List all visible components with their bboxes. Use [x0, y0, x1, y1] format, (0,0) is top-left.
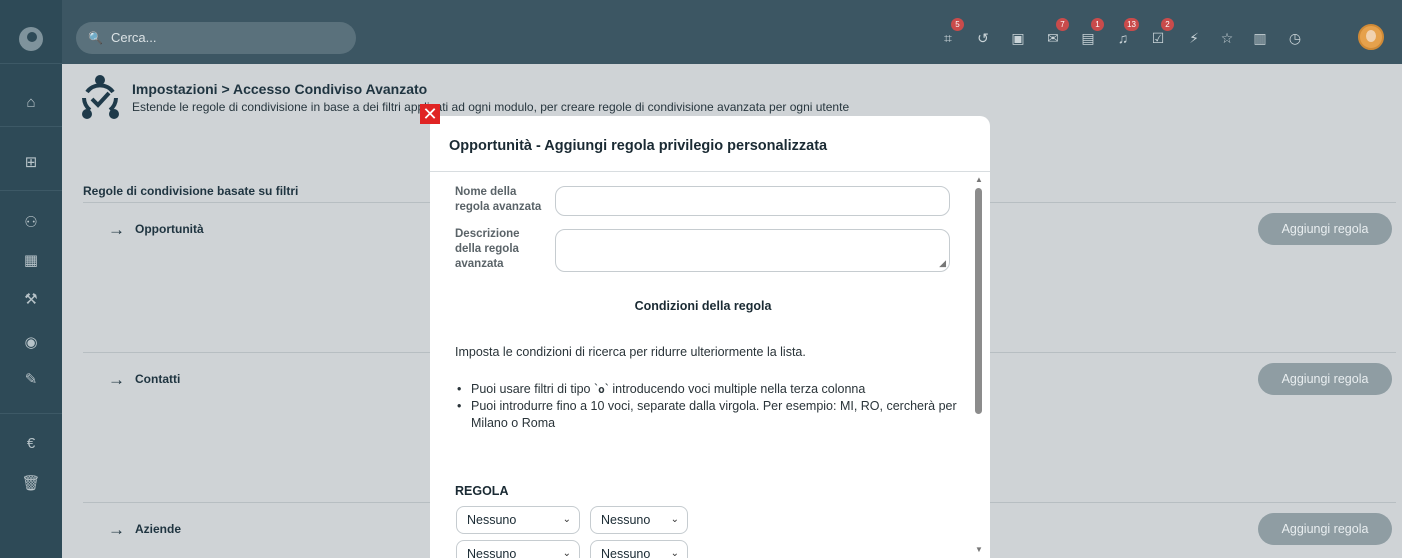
group-contatti[interactable]: → Contatti: [108, 370, 180, 390]
group-label: Aziende: [135, 522, 182, 536]
logo-icon[interactable]: [19, 27, 43, 51]
group-label: Opportunità: [135, 222, 204, 236]
notification-badge: 13: [1124, 18, 1139, 31]
arrow-right-icon: →: [108, 220, 125, 239]
add-rule-modal: Opportunità - Aggiungi regola privilegio…: [430, 116, 990, 558]
wrench-icon[interactable]: ✎: [0, 370, 62, 390]
list-item: Puoi usare filtri di tipo `o` introducen…: [457, 381, 957, 398]
history-icon[interactable]: ↺: [973, 28, 993, 48]
history-icon-glyph: ↺: [977, 30, 989, 46]
section-title: Regole di condivisione basate su filtri: [83, 184, 299, 198]
arrow-right-icon: →: [108, 370, 125, 389]
scroll-down-icon[interactable]: ▼: [975, 545, 983, 554]
arrow-right-icon: →: [108, 520, 125, 539]
euro-icon[interactable]: €: [0, 434, 62, 454]
notification-badge: 7: [1056, 18, 1069, 31]
rule-field-select[interactable]: Nessuno ⌄: [456, 506, 580, 534]
chevron-down-icon: ⌄: [670, 548, 679, 558]
bolt-icon[interactable]: ⚡: [1184, 28, 1204, 48]
shared-access-icon: [82, 75, 119, 119]
select-value: Nessuno: [601, 547, 651, 558]
group-aziende[interactable]: → Aziende: [108, 520, 181, 540]
notification-badge: 5: [951, 18, 964, 31]
sitemap-icon-glyph: ⌗: [944, 30, 952, 46]
scroll-up-icon[interactable]: ▲: [975, 175, 983, 184]
select-value: Nessuno: [601, 513, 651, 527]
calendar-icon[interactable]: ▣: [1008, 28, 1028, 48]
globe-icon[interactable]: ◉: [0, 333, 62, 353]
tasks-icon[interactable]: ☑ 2: [1148, 18, 1174, 48]
document-icon[interactable]: ▥: [1250, 28, 1270, 48]
sidebar-divider: [0, 126, 62, 127]
page-subtitle: Estende le regole di condivisione in bas…: [132, 100, 850, 114]
chevron-down-icon: ⌄: [670, 514, 679, 525]
toolbar-icons: ⌗ 5 ↺ ▣ ✉ 7 ▤ 1 ♫ 13 ☑ 2 ⚡ ☆ ▥ ◷: [62, 18, 1402, 58]
page-title: Impostazioni > Accesso Condiviso Avanzat…: [132, 81, 428, 97]
bolt-icon-glyph: ⚡: [1189, 30, 1199, 46]
grid-icon[interactable]: ⊞: [0, 153, 62, 173]
add-rule-button-aziende[interactable]: Aggiungi regola: [1258, 513, 1392, 545]
add-rule-button-opportunita[interactable]: Aggiungi regola: [1258, 213, 1392, 245]
scrollbar-thumb[interactable]: [975, 188, 982, 414]
sidebar-divider: [0, 413, 62, 414]
trash-icon[interactable]: 🗑: [0, 474, 62, 494]
group-opportunita[interactable]: → Opportunità: [108, 220, 204, 240]
modal-scrollbar[interactable]: ▲ ▼: [972, 172, 986, 558]
mail-icon[interactable]: ✉ 7: [1043, 18, 1069, 48]
modal-title: Opportunità - Aggiungi regola privilegio…: [449, 138, 828, 154]
users-icon[interactable]: ⚇: [0, 213, 62, 233]
chevron-down-icon: ⌄: [562, 514, 571, 525]
gavel-icon[interactable]: ⚒: [0, 290, 62, 310]
timer-icon-glyph: ◷: [1288, 30, 1302, 46]
building-icon[interactable]: ▦: [0, 251, 62, 271]
star-icon[interactable]: ☆: [1217, 28, 1237, 48]
chat-icon[interactable]: ▤ 1: [1078, 18, 1104, 48]
list-item: Puoi introdurre fino a 10 voci, separate…: [457, 398, 957, 432]
rule-description-label: Descrizione della regola avanzata: [455, 228, 520, 270]
rule-description-textarea[interactable]: ◢: [555, 229, 950, 272]
group-label: Contatti: [135, 372, 181, 386]
select-value: Nessuno: [467, 513, 517, 527]
conditions-help-list: Puoi usare filtri di tipo `o` introducen…: [457, 381, 957, 432]
sidebar: ⌂ ⊞ ⚇ ▦ ⚒ ◉ ✎ € 🗑: [0, 0, 62, 558]
sitemap-icon[interactable]: ⌗ 5: [938, 18, 964, 48]
calendar-icon-glyph: ▣: [1011, 30, 1025, 46]
modal-divider: [430, 171, 990, 172]
rule-heading: REGOLA: [455, 484, 509, 498]
bullet-text: Puoi usare filtri di tipo `: [471, 382, 599, 396]
conditions-intro: Imposta le condizioni di ricerca per rid…: [455, 345, 806, 359]
chat-icon-glyph: ▤: [1081, 30, 1095, 46]
notification-badge: 2: [1161, 18, 1174, 31]
rule-name-label: Nome della regola avanzata: [455, 186, 542, 213]
bullet-code: o: [598, 383, 605, 396]
bell-icon-glyph: ♫: [1117, 30, 1129, 46]
rule-operator-select[interactable]: Nessuno ⌄: [590, 506, 688, 534]
document-icon-glyph: ▥: [1253, 30, 1267, 46]
sidebar-divider: [0, 190, 62, 191]
home-icon[interactable]: ⌂: [0, 93, 62, 113]
bell-icon[interactable]: ♫ 13: [1113, 18, 1139, 48]
sidebar-divider: [0, 63, 62, 64]
star-icon-glyph: ☆: [1220, 30, 1234, 46]
avatar[interactable]: [1358, 24, 1384, 50]
close-icon[interactable]: ✕: [420, 104, 440, 124]
mail-icon-glyph: ✉: [1047, 30, 1059, 46]
topbar: 🔍 Cerca... ⌗ 5 ↺ ▣ ✉ 7 ▤ 1 ♫ 13 ☑ 2 ⚡ ☆ ▥ ◷: [62, 0, 1402, 64]
rule-operator-select-2[interactable]: Nessuno ⌄: [590, 540, 688, 558]
chevron-down-icon: ⌄: [562, 548, 571, 558]
add-rule-button-contatti[interactable]: Aggiungi regola: [1258, 363, 1392, 395]
rule-name-input[interactable]: [555, 186, 950, 216]
select-value: Nessuno: [467, 547, 517, 558]
tasks-icon-glyph: ☑: [1151, 30, 1165, 46]
bullet-text: ` introducendo voci multiple nella terza…: [604, 382, 866, 396]
rule-field-select-2[interactable]: Nessuno ⌄: [456, 540, 580, 558]
resize-handle-icon[interactable]: ◢: [939, 258, 946, 269]
notification-badge: 1: [1091, 18, 1104, 31]
conditions-title: Condizioni della regola: [634, 299, 772, 313]
timer-icon[interactable]: ◷: [1285, 28, 1305, 48]
